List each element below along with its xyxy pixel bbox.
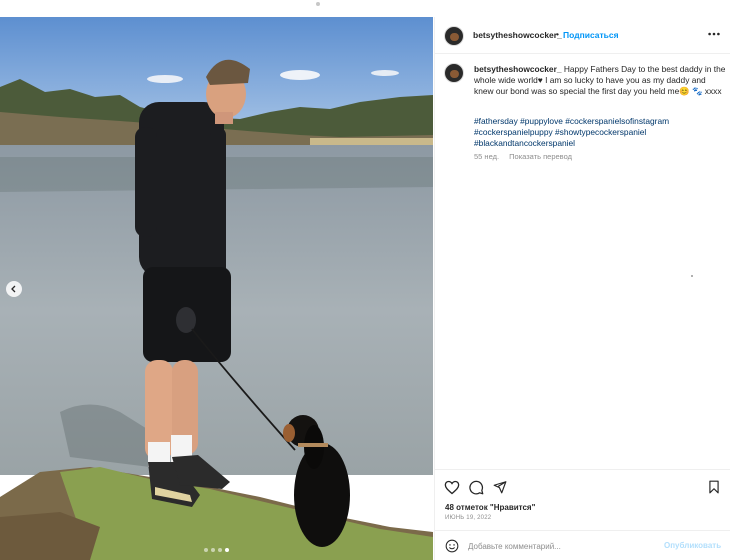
caption-meta: 55 нед. Показать перевод bbox=[474, 152, 572, 161]
share-icon bbox=[493, 481, 507, 494]
carousel-dot bbox=[204, 548, 208, 552]
post-side-panel: betsytheshowcocker_ • Подписаться betsyt… bbox=[434, 17, 730, 560]
carousel-dot bbox=[211, 548, 215, 552]
heart-icon bbox=[444, 480, 460, 494]
post-date: ИЮНЬ 19, 2022 bbox=[445, 515, 492, 521]
hashtag-link[interactable]: #blackandtancockerspaniel bbox=[474, 138, 575, 148]
far-shore bbox=[310, 138, 433, 145]
caption-username[interactable]: betsytheshowcocker_ bbox=[474, 64, 562, 74]
dog-muzzle bbox=[283, 424, 295, 442]
save-button[interactable] bbox=[705, 478, 723, 496]
browser-top-strip bbox=[0, 0, 730, 17]
hashtag-link[interactable]: #cockerspanielsofinstagram bbox=[565, 116, 669, 126]
carousel-dot-active bbox=[225, 548, 229, 552]
post-header: betsytheshowcocker_ • Подписаться bbox=[435, 17, 730, 54]
man-neck bbox=[215, 112, 233, 124]
avatar[interactable] bbox=[444, 26, 464, 46]
cloud bbox=[280, 70, 320, 80]
carousel-dots bbox=[0, 548, 433, 552]
hashtag-link[interactable]: #fathersday bbox=[474, 116, 518, 126]
cloud bbox=[371, 70, 399, 76]
like-button[interactable] bbox=[443, 478, 461, 496]
man-arm-right bbox=[210, 127, 226, 277]
follow-button[interactable]: Подписаться bbox=[563, 30, 619, 40]
comment-composer: Опубликовать bbox=[435, 530, 730, 560]
post-photo bbox=[0, 17, 433, 560]
show-translation-button[interactable]: Показать перевод bbox=[509, 152, 572, 161]
dog-collar bbox=[298, 443, 328, 447]
caption-section: betsytheshowcocker_ Happy Fathers Day to… bbox=[435, 55, 730, 468]
carousel-dot bbox=[218, 548, 222, 552]
post-modal: betsytheshowcocker_ • Подписаться betsyt… bbox=[0, 17, 730, 560]
grass bbox=[60, 467, 433, 560]
comment-input[interactable] bbox=[468, 539, 658, 553]
top-indicator-dot bbox=[316, 2, 320, 6]
bookmark-icon bbox=[709, 480, 719, 494]
stray-pixel bbox=[691, 275, 693, 277]
more-options-button[interactable] bbox=[705, 25, 723, 43]
emoji-button[interactable] bbox=[444, 538, 460, 554]
hashtag-link[interactable]: #showtypecockerspaniel bbox=[555, 127, 646, 137]
share-button[interactable] bbox=[491, 478, 509, 496]
hashtag-link[interactable]: #puppylove bbox=[520, 116, 563, 126]
more-horizontal-icon bbox=[708, 32, 720, 36]
chevron-left-icon bbox=[11, 285, 16, 293]
hashtag-list: #fathersday #puppylove #cockerspanielsof… bbox=[474, 116, 726, 148]
publish-comment-button[interactable]: Опубликовать bbox=[664, 541, 721, 550]
header-separator: • bbox=[556, 29, 559, 39]
comment-icon bbox=[468, 480, 483, 494]
likes-count[interactable]: 48 отметок "Нравится" bbox=[445, 503, 535, 512]
caption-text: betsytheshowcocker_ Happy Fathers Day to… bbox=[474, 64, 726, 96]
photo-illustration bbox=[0, 17, 433, 560]
comment-button[interactable] bbox=[467, 478, 485, 496]
caption-avatar[interactable] bbox=[444, 63, 464, 83]
emoji-icon bbox=[445, 539, 459, 553]
hashtag-link[interactable]: #cockerspanielpuppy bbox=[474, 127, 553, 137]
man-arm-left bbox=[135, 127, 157, 237]
cloud bbox=[147, 75, 183, 83]
header-username[interactable]: betsytheshowcocker_ bbox=[473, 30, 562, 40]
post-age: 55 нед. bbox=[474, 152, 500, 161]
carousel-prev-button[interactable] bbox=[6, 281, 22, 297]
